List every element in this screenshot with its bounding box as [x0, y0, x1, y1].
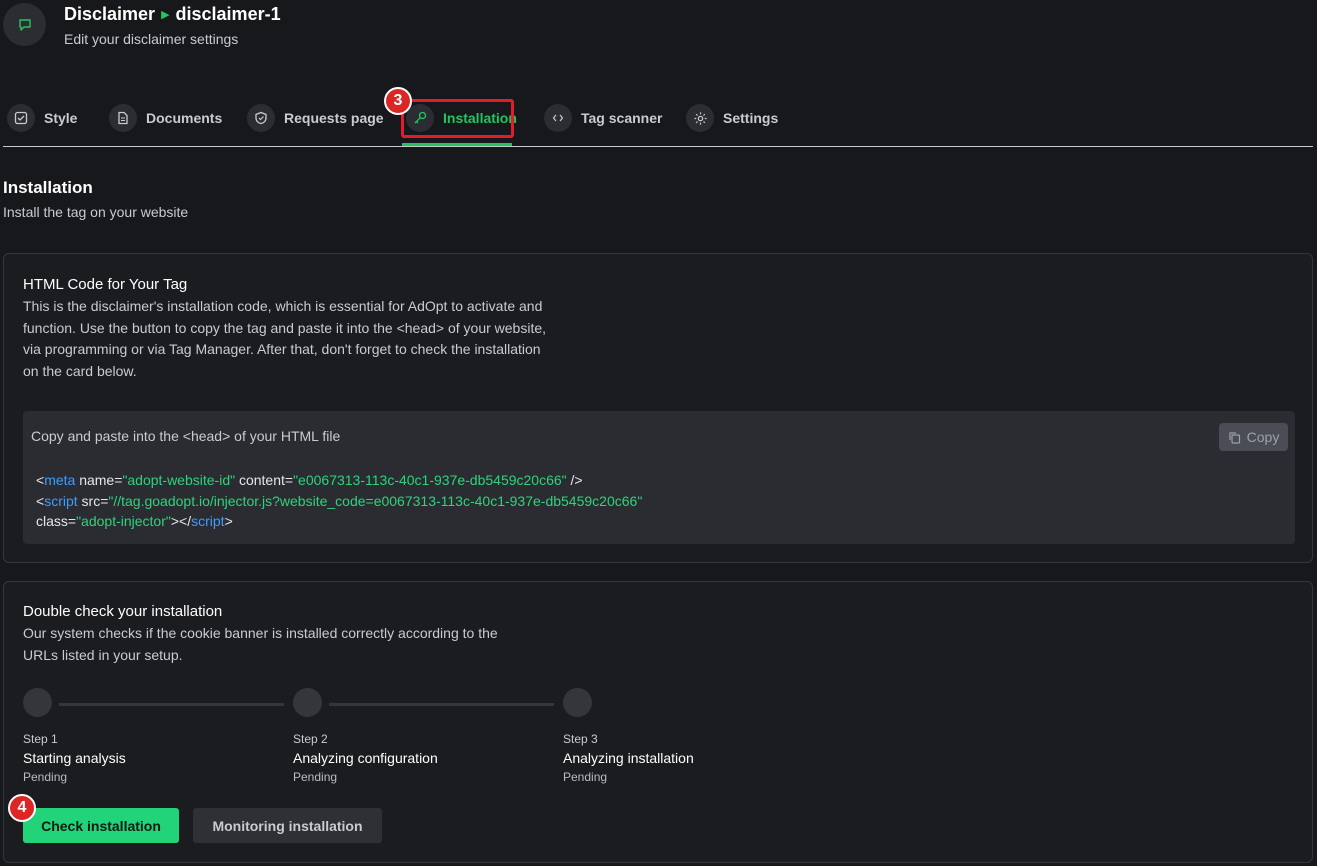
tab-label: Style — [44, 110, 78, 126]
double-check-card: Double check your installation Our syste… — [3, 581, 1313, 863]
breadcrumb-parent[interactable]: Disclaimer — [64, 4, 155, 25]
chat-bubble-icon — [3, 3, 46, 46]
code-block: Copy and paste into the <head> of your H… — [23, 411, 1295, 544]
tab-requests-page[interactable]: Requests page — [247, 103, 384, 133]
check-installation-button[interactable]: Check installation — [23, 808, 179, 843]
tab-style[interactable]: Style — [7, 103, 77, 133]
tab-label: Settings — [723, 110, 779, 126]
checkbox-icon — [7, 104, 35, 132]
copy-label: Copy — [1246, 429, 1280, 445]
tab-bar: Style Documents Requests page Installati… — [3, 100, 1313, 147]
step-status: Pending — [563, 770, 608, 784]
section-subtitle: Install the tag on your website — [3, 204, 189, 220]
step-status: Pending — [23, 770, 68, 784]
breadcrumb: Disclaimer ▶ disclaimer-1 — [64, 4, 281, 25]
copy-button[interactable]: Copy — [1219, 423, 1288, 451]
step-indicator — [563, 688, 592, 717]
section-title: Installation — [3, 178, 93, 197]
step-name: Analyzing configuration — [293, 750, 438, 766]
tab-documents[interactable]: Documents — [109, 103, 222, 133]
step-indicator — [293, 688, 322, 717]
document-icon — [109, 104, 137, 132]
step-label: Step 3 — [563, 732, 598, 746]
tab-label: Requests page — [284, 110, 384, 126]
breadcrumb-current: disclaimer-1 — [175, 4, 281, 24]
step-name: Starting analysis — [23, 750, 126, 766]
card-description: Our system checks if the cookie banner i… — [23, 625, 498, 663]
page-subtitle: Edit your disclaimer settings — [64, 31, 239, 47]
gear-icon — [686, 104, 714, 132]
step-connector — [329, 703, 554, 706]
shield-icon — [247, 104, 275, 132]
step-status: Pending — [293, 770, 338, 784]
step-indicator — [23, 688, 52, 717]
tab-settings[interactable]: Settings — [686, 103, 778, 133]
active-tab-indicator — [402, 143, 512, 146]
highlight-box — [401, 99, 514, 138]
step-label: Step 2 — [293, 732, 328, 746]
code-snippet[interactable]: <meta name="adopt-website-id" content="e… — [36, 470, 642, 532]
step-name: Analyzing installation — [563, 750, 694, 766]
tab-label: Tag scanner — [581, 110, 663, 126]
copy-icon — [1229, 431, 1240, 444]
monitoring-installation-button[interactable]: Monitoring installation — [193, 808, 382, 843]
card-title: Double check your installation — [23, 603, 223, 620]
step-connector — [59, 703, 284, 706]
step-label: Step 1 — [23, 732, 58, 746]
card-title: HTML Code for Your Tag — [23, 276, 188, 293]
code-hint: Copy and paste into the <head> of your H… — [31, 428, 341, 444]
breadcrumb-separator-icon: ▶ — [161, 9, 170, 21]
tab-label: Documents — [146, 110, 223, 126]
annotation-badge: 4 — [8, 794, 36, 822]
annotation-badge: 3 — [384, 87, 412, 115]
tab-tag-scanner[interactable]: Tag scanner — [544, 103, 662, 133]
html-code-card: HTML Code for Your Tag This is the discl… — [3, 253, 1313, 563]
code-icon — [544, 104, 572, 132]
card-description: This is the disclaimer's installation co… — [23, 298, 547, 379]
